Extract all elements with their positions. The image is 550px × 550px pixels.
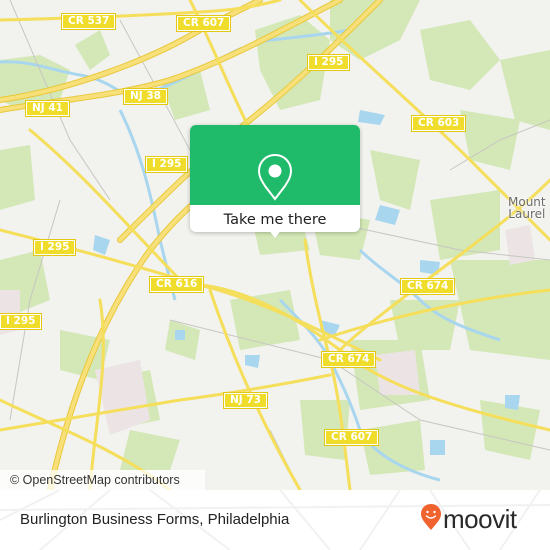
road-label-cr674: CR 674: [399, 278, 456, 295]
map-attribution[interactable]: © OpenStreetMap contributors: [0, 470, 205, 490]
take-me-there-button[interactable]: Take me there: [190, 205, 360, 232]
place-label-mount-laurel: Mount Laurel: [508, 196, 546, 220]
road-label-cr607: CR 607: [175, 15, 232, 32]
road-label-cr616: CR 616: [148, 276, 205, 293]
road-label-nj41: NJ 41: [25, 100, 70, 117]
road-label-i295: I 295: [144, 156, 189, 173]
road-label-cr674: CR 674: [320, 351, 377, 368]
moovit-smile-pin-icon: [420, 503, 442, 535]
road-label-nj73: NJ 73: [223, 392, 268, 409]
place-title: Burlington Business Forms, Philadelphia: [20, 511, 290, 528]
place-label-line: Laurel: [508, 207, 546, 221]
moovit-wordmark: moovit: [443, 504, 517, 534]
road-label-nj38: NJ 38: [123, 88, 168, 105]
map-background: [0, 0, 550, 490]
moovit-logo[interactable]: moovit: [420, 503, 517, 535]
location-popup: Take me there: [190, 125, 360, 238]
map-canvas[interactable]: CR 537 CR 607 I 295 NJ 38 NJ 41 CR 603 I…: [0, 0, 550, 490]
road-label-cr607: CR 607: [323, 429, 380, 446]
road-label-cr603: CR 603: [410, 115, 467, 132]
footer-bar: Burlington Business Forms, Philadelphia …: [0, 490, 550, 550]
road-label-i295: I 295: [32, 239, 77, 256]
road-label-i295: I 295: [0, 313, 43, 330]
road-label-cr537: CR 537: [60, 13, 117, 30]
popup-header: [190, 125, 360, 205]
popup-pointer: [268, 229, 282, 238]
road-label-i295: I 295: [306, 54, 351, 71]
